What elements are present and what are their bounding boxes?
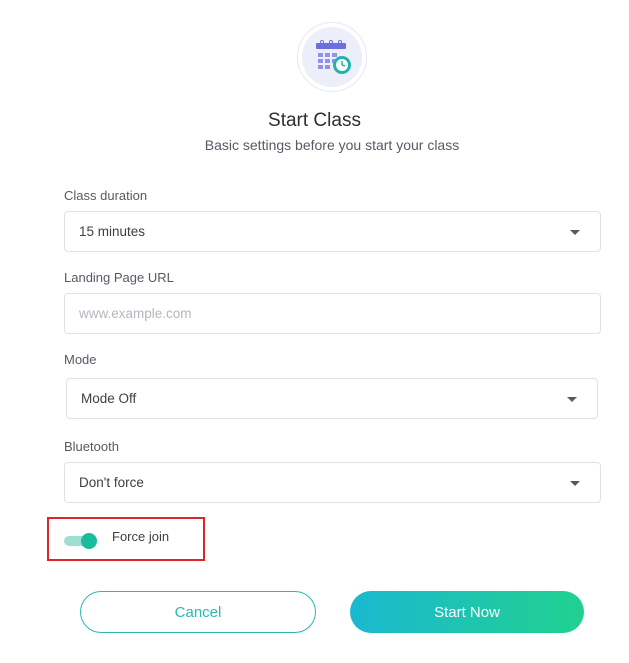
class-duration-label: Class duration	[64, 188, 148, 203]
class-duration-value: 15 minutes	[79, 224, 146, 239]
bluetooth-label: Bluetooth	[64, 439, 119, 454]
calendar-clock-icon	[302, 27, 362, 87]
landing-page-url-label: Landing Page URL	[64, 270, 174, 285]
chevron-down-icon	[567, 396, 577, 402]
bluetooth-select[interactable]: Don't force	[64, 462, 601, 503]
page-subtitle: Basic settings before you start your cla…	[204, 137, 460, 153]
cancel-button[interactable]: Cancel	[80, 591, 316, 633]
landing-page-url-field[interactable]	[64, 293, 601, 334]
force-join-toggle[interactable]	[64, 533, 97, 549]
class-duration-select[interactable]: 15 minutes	[64, 211, 601, 252]
chevron-down-icon	[570, 480, 580, 486]
force-join-label: Force join	[112, 529, 170, 544]
mode-select[interactable]: Mode Off	[66, 378, 598, 419]
mode-value: Mode Off	[81, 391, 137, 406]
chevron-down-icon	[570, 229, 580, 235]
mode-label: Mode	[64, 352, 97, 367]
start-now-button[interactable]: Start Now	[350, 591, 584, 633]
header-icon-badge	[297, 22, 367, 92]
toggle-knob	[81, 533, 97, 549]
page-title: Start Class	[268, 110, 361, 131]
landing-page-url-input[interactable]	[79, 306, 600, 321]
bluetooth-value: Don't force	[79, 475, 144, 490]
